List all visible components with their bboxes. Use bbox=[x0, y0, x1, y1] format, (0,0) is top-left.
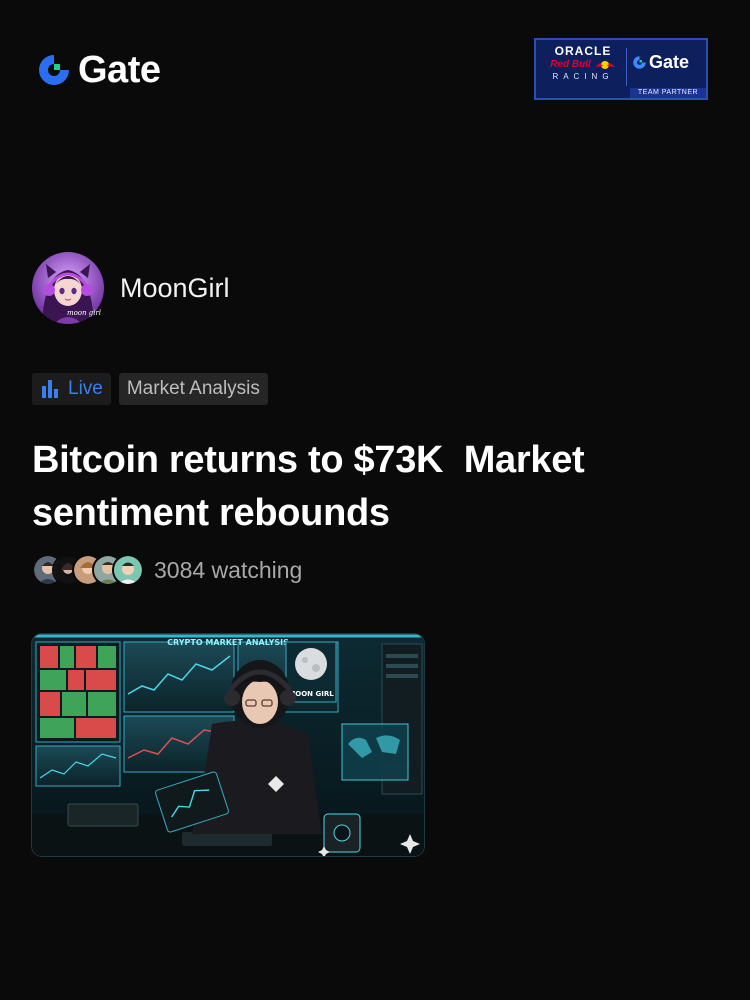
thumbnail-heading: CRYPTO MARKET ANALYSIS bbox=[167, 638, 289, 647]
anime-girl-avatar[interactable]: moon girl bbox=[32, 252, 104, 324]
gate-logo[interactable]: Gate bbox=[36, 49, 161, 91]
avatar-signature: moon girl bbox=[67, 309, 101, 317]
heatmap-screen bbox=[35, 641, 121, 743]
category-tag[interactable]: Market Analysis bbox=[118, 373, 268, 405]
post-thumbnail[interactable]: CRYPTO MARKET ANALYSIS MOON GIRL bbox=[32, 634, 424, 856]
gate-small-logo-icon bbox=[633, 56, 646, 69]
gate-logo-icon bbox=[39, 55, 69, 85]
post-title[interactable]: Bitcoin returns to $73K Market sentiment… bbox=[32, 434, 722, 540]
team-partner-badge: ORACLE Red Bull RACING Gate TEAM PARTNER bbox=[534, 38, 708, 100]
brand-name: Gate bbox=[78, 49, 161, 91]
live-label: Live bbox=[68, 378, 103, 399]
post-tags: Live Market Analysis bbox=[32, 373, 268, 405]
bull-icon bbox=[594, 61, 615, 69]
oracle-redbull-racing-logo: ORACLE Red Bull RACING bbox=[542, 45, 624, 81]
author[interactable]: moon girl MoonGirl bbox=[32, 252, 230, 324]
watcher-avatars bbox=[32, 554, 144, 586]
live-badge[interactable]: Live bbox=[32, 373, 111, 405]
partner-racing-text: RACING bbox=[552, 72, 614, 81]
watching-count: 3084 watching bbox=[154, 556, 303, 583]
watcher-avatar bbox=[112, 554, 144, 586]
author-name[interactable]: MoonGirl bbox=[120, 273, 230, 304]
thumbnail-illustration: CRYPTO MARKET ANALYSIS MOON GIRL bbox=[32, 634, 424, 856]
watchers: 3084 watching bbox=[32, 554, 302, 586]
partner-oracle-text: ORACLE bbox=[554, 44, 612, 58]
partner-strip: TEAM PARTNER bbox=[630, 88, 706, 98]
partner-gate-text: Gate bbox=[649, 52, 690, 72]
partner-divider bbox=[626, 48, 627, 86]
live-bars-icon bbox=[42, 380, 58, 398]
partner-redbull-text: Red Bull bbox=[550, 59, 591, 70]
